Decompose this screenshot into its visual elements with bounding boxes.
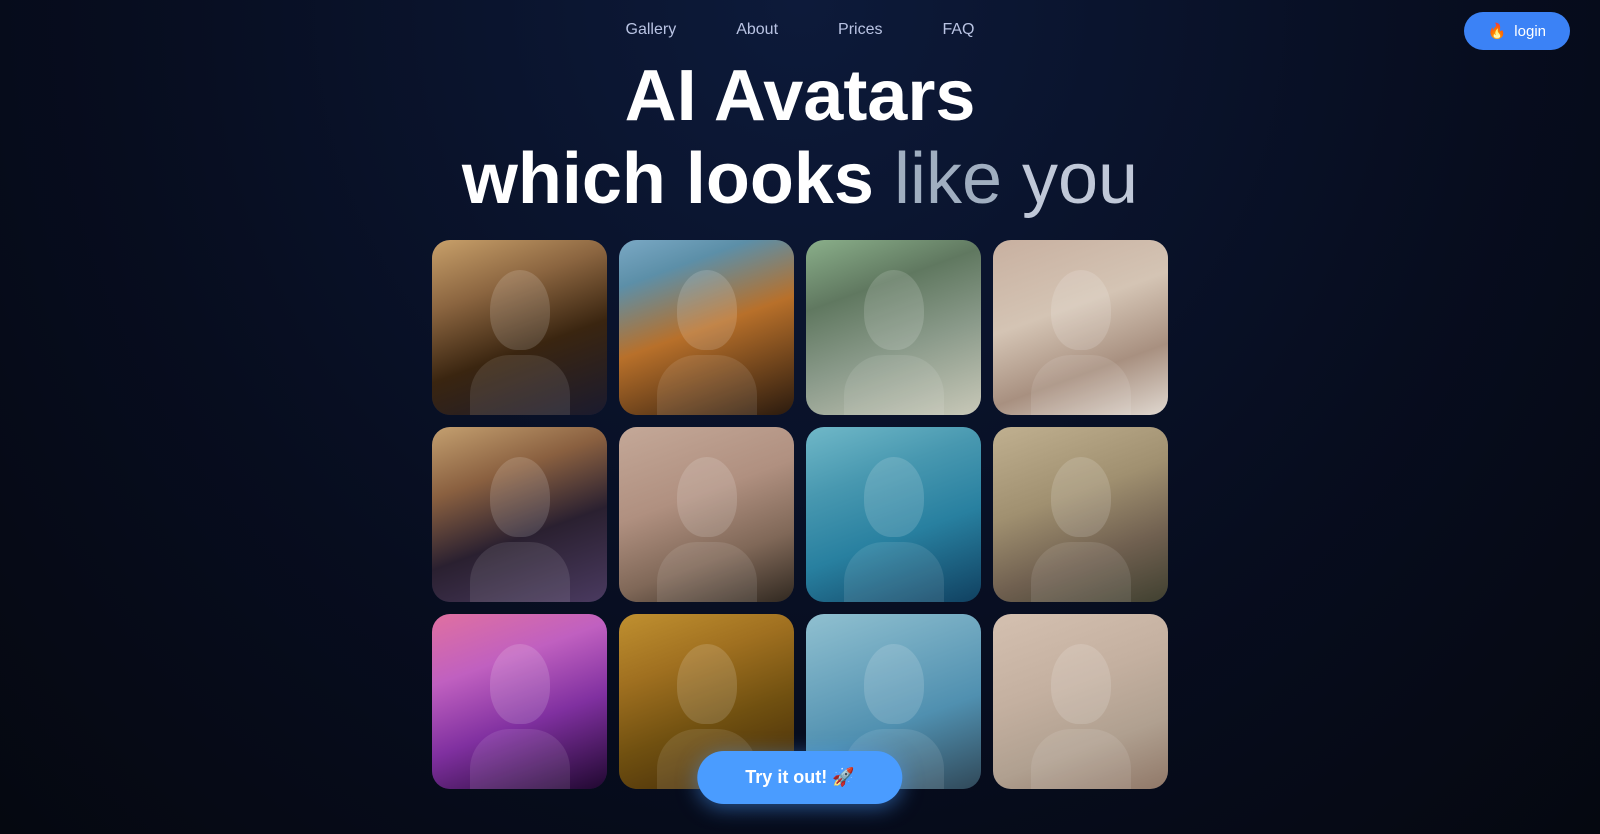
try-it-out-button[interactable]: Try it out! 🚀 (697, 751, 902, 804)
hero-line2-like: like (894, 139, 1022, 219)
avatar-card-2[interactable] (619, 240, 794, 415)
avatar-card-7[interactable] (806, 427, 981, 602)
login-button[interactable]: 🔥 login (1464, 12, 1570, 50)
avatar-card-1[interactable] (432, 240, 607, 415)
nav-about[interactable]: About (736, 21, 778, 39)
hero-line2-start: which looks (462, 139, 894, 219)
avatar-grid (432, 240, 1168, 789)
hero-section: AI Avatars which looks like you (0, 55, 1600, 221)
fire-icon: 🔥 (1488, 22, 1507, 40)
avatar-card-8[interactable] (993, 427, 1168, 602)
navigation: Gallery About Prices FAQ 🔥 login (0, 0, 1600, 60)
nav-gallery[interactable]: Gallery (626, 21, 677, 39)
nav-faq[interactable]: FAQ (942, 21, 974, 39)
avatar-card-9[interactable] (432, 614, 607, 789)
hero-line1: AI Avatars (625, 56, 976, 136)
hero-line2-you: you (1022, 139, 1138, 219)
hero-line2: which looks like you (0, 138, 1600, 221)
avatar-card-3[interactable] (806, 240, 981, 415)
avatar-card-12[interactable] (993, 614, 1168, 789)
hero-title: AI Avatars which looks like you (0, 55, 1600, 221)
login-label: login (1514, 23, 1546, 40)
avatar-card-5[interactable] (432, 427, 607, 602)
avatar-card-4[interactable] (993, 240, 1168, 415)
cta-container: Try it out! 🚀 (697, 751, 902, 804)
avatar-card-6[interactable] (619, 427, 794, 602)
nav-prices[interactable]: Prices (838, 21, 882, 39)
